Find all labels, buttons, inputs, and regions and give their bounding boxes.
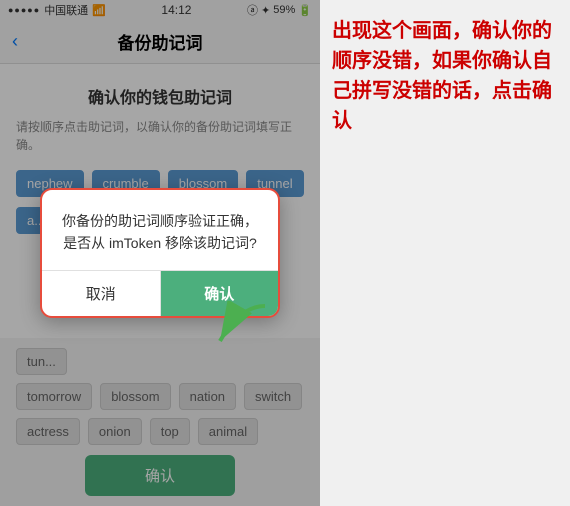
annotation-text: 出现这个画面，确认你的顺序没错，如果你确认自己拼写没错的话，点击确认 — [332, 16, 558, 136]
dialog-message: 你备份的助记词顺序验证正确，是否从 imToken 移除该助记词? — [60, 210, 260, 255]
green-arrow-annotation — [200, 301, 270, 351]
phone-screen: ●●●●● 中国联通 📶 14:12 ⓐ ✦ 59% 🔋 ‹ 备份助记词 确认你… — [0, 0, 320, 506]
annotation-panel: 出现这个画面，确认你的顺序没错，如果你确认自己拼写没错的话，点击确认 — [320, 0, 570, 506]
dialog-body: 你备份的助记词顺序验证正确，是否从 imToken 移除该助记词? — [42, 190, 278, 271]
dialog-overlay: 你备份的助记词顺序验证正确，是否从 imToken 移除该助记词? 取消 确认 — [0, 0, 320, 506]
confirmation-dialog: 你备份的助记词顺序验证正确，是否从 imToken 移除该助记词? 取消 确认 — [40, 188, 280, 319]
cancel-button[interactable]: 取消 — [42, 271, 161, 316]
